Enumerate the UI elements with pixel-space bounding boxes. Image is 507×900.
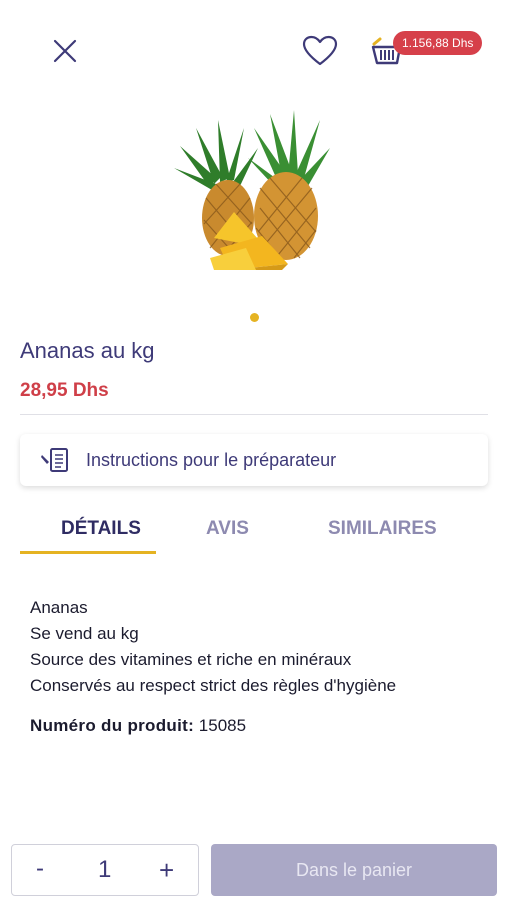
product-image — [170, 98, 340, 276]
product-description: Ananas Se vend au kg Source des vitamine… — [30, 595, 396, 699]
add-to-cart-button[interactable]: Dans le panier — [211, 844, 497, 896]
favorite-button[interactable] — [300, 32, 340, 70]
product-price: 28,95 Dhs — [20, 380, 109, 401]
notes-icon — [41, 448, 68, 472]
close-icon — [53, 39, 77, 63]
product-name: Ananas au kg — [20, 338, 155, 363]
instructions-label: Instructions pour le préparateur — [86, 450, 337, 470]
pineapple-image — [174, 110, 330, 270]
tab-similaires[interactable]: SIMILAIRES — [328, 518, 437, 540]
top-bar: 1.156,88 Dhs — [0, 0, 507, 100]
product-number-value: 15085 — [198, 716, 247, 735]
instructions-button[interactable]: Instructions pour le préparateur — [20, 434, 488, 486]
tab-avis[interactable]: AVIS — [206, 518, 249, 540]
active-tab-indicator — [20, 551, 156, 554]
description-line: Conservés au respect strict des règles d… — [30, 676, 397, 695]
product-number-label: Numéro du produit: — [30, 716, 195, 735]
heart-icon — [302, 35, 338, 66]
tab-details[interactable]: DÉTAILS — [61, 518, 141, 540]
description-line: Ananas — [30, 598, 88, 617]
divider — [20, 414, 488, 415]
description-line: Se vend au kg — [30, 624, 139, 643]
close-button[interactable] — [48, 34, 82, 68]
quantity-stepper: - 1 + — [11, 844, 199, 896]
description-line: Source des vitamines et riche en minérau… — [30, 650, 352, 669]
carousel-dot[interactable] — [250, 313, 259, 322]
tab-bar: DÉTAILS AVIS SIMILAIRES — [20, 506, 488, 554]
cart-total-badge: 1.156,88 Dhs — [393, 31, 483, 55]
quantity-value: 1 — [98, 856, 112, 883]
decrease-button[interactable]: - — [36, 855, 44, 883]
increase-button[interactable]: + — [159, 855, 174, 886]
product-number: Numéro du produit: 15085 — [30, 716, 246, 736]
